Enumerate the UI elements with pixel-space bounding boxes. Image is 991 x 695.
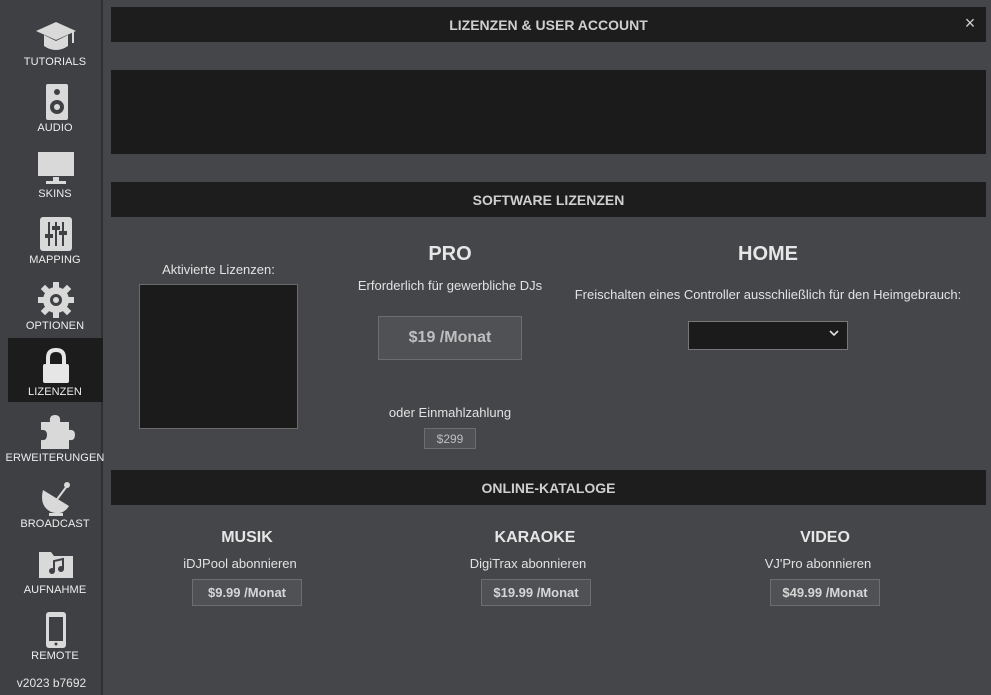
sidebar-item-label: OPTIONEN xyxy=(25,320,85,332)
gear-icon xyxy=(35,280,77,320)
sidebar-item-label: BROADCAST xyxy=(20,518,90,530)
phone-icon xyxy=(35,610,77,650)
catalog-musik-title: MUSIK xyxy=(221,529,273,546)
activated-licenses-label: Aktivierte Lizenzen: xyxy=(162,262,275,277)
musik-subscribe-button[interactable]: $9.99 /Monat xyxy=(192,579,302,606)
one-time-payment-label: oder Einmahlzahlung xyxy=(388,405,512,420)
sidebar-item-label: LIZENZEN xyxy=(28,386,82,398)
user-account-panel xyxy=(111,70,986,154)
karaoke-subscribe-button[interactable]: $19.99 /Monat xyxy=(481,579,591,606)
puzzle-icon xyxy=(35,412,77,452)
dialog-title: LIZENZEN & USER ACCOUNT xyxy=(449,16,648,33)
video-subscribe-button[interactable]: $49.99 /Monat xyxy=(770,579,880,606)
sidebar-item-label: REMOTE xyxy=(31,650,79,662)
sidebar-item-tutorials[interactable]: TUTORIALS xyxy=(8,8,103,72)
dialog-title-bar: LIZENZEN & USER ACCOUNT xyxy=(111,7,986,42)
catalog-karaoke-subtitle: DigiTrax abonnieren xyxy=(469,556,587,571)
pro-title: PRO xyxy=(428,243,472,265)
section-title: SOFTWARE LIZENZEN xyxy=(472,191,625,208)
sidebar-item-label: AUDIO xyxy=(37,122,73,134)
sidebar-item-label: SKINS xyxy=(38,188,72,200)
sidebar-item-label: AUFNAHME xyxy=(23,584,87,596)
sidebar-item-label: TUTORIALS xyxy=(23,56,87,68)
catalog-video-subtitle: VJ'Pro abonnieren xyxy=(764,556,872,571)
controller-select[interactable] xyxy=(688,321,848,350)
sliders-icon xyxy=(35,214,77,254)
satellite-dish-icon xyxy=(35,478,77,518)
pro-subscribe-button[interactable]: $19 /Monat xyxy=(378,316,522,360)
version-label: v2023 b7692 xyxy=(16,676,87,690)
monitor-icon xyxy=(35,148,77,188)
close-icon[interactable]: × xyxy=(962,14,978,32)
sidebar-item-lizenzen[interactable]: LIZENZEN xyxy=(8,338,103,402)
one-time-payment-button[interactable]: $299 xyxy=(424,428,476,449)
sidebar-item-mapping[interactable]: MAPPING xyxy=(8,206,103,270)
sidebar: TUTORIALS AUDIO SKINS MAPPING OPTIONEN L… xyxy=(0,0,104,695)
online-catalogs-header: ONLINE-KATALOGE xyxy=(111,470,986,505)
home-description: Freischalten eines Controller ausschließ… xyxy=(574,287,962,302)
activated-licenses-list[interactable] xyxy=(139,284,298,429)
lock-icon xyxy=(35,346,77,386)
catalog-karaoke-title: KARAOKE xyxy=(494,529,576,546)
sidebar-item-broadcast[interactable]: BROADCAST xyxy=(8,470,103,534)
sidebar-item-optionen[interactable]: OPTIONEN xyxy=(8,272,103,336)
section-title: ONLINE-KATALOGE xyxy=(481,479,616,496)
graduation-cap-icon xyxy=(35,16,77,56)
music-folder-icon xyxy=(35,544,77,584)
sidebar-item-audio[interactable]: AUDIO xyxy=(8,74,103,138)
sidebar-item-label: ERWEITERUNGEN xyxy=(5,452,105,464)
sidebar-item-aufnahme[interactable]: AUFNAHME xyxy=(8,536,103,600)
pro-description: Erforderlich für gewerbliche DJs xyxy=(357,278,543,293)
speaker-icon xyxy=(35,82,77,122)
home-title: HOME xyxy=(738,243,798,265)
catalog-musik-subtitle: iDJPool abonnieren xyxy=(183,556,297,571)
sidebar-item-label: MAPPING xyxy=(29,254,81,266)
chevron-down-icon xyxy=(829,327,839,341)
sidebar-item-skins[interactable]: SKINS xyxy=(8,140,103,204)
catalog-video-title: VIDEO xyxy=(800,529,850,546)
sidebar-item-remote[interactable]: REMOTE xyxy=(8,602,103,666)
sidebar-item-erweiterungen[interactable]: ERWEITERUNGEN xyxy=(6,404,104,468)
software-licenses-header: SOFTWARE LIZENZEN xyxy=(111,182,986,217)
